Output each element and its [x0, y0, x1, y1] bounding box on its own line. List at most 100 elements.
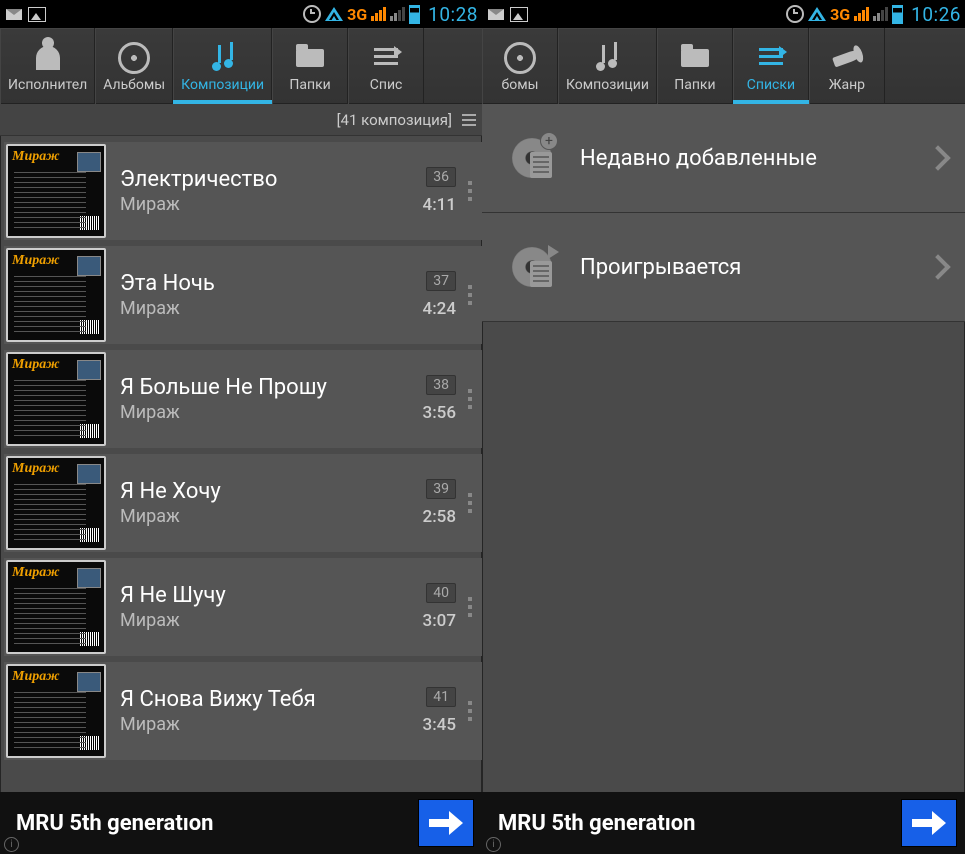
song-icon: [596, 45, 618, 71]
picture-icon: [28, 7, 46, 22]
chevron-right-icon: [925, 254, 950, 279]
album-art: [6, 560, 106, 654]
track-row[interactable]: ЭлектричествоМираж364:11: [4, 142, 482, 240]
info-icon[interactable]: i: [4, 837, 19, 852]
album-art: [6, 144, 106, 238]
track-artist: Мираж: [120, 194, 423, 215]
play-next-button[interactable]: [901, 799, 957, 847]
album-art: [6, 664, 106, 758]
track-title: Я Снова Вижу Тебя: [120, 687, 423, 712]
track-title: Я Не Хочу: [120, 479, 423, 504]
track-number: 37: [426, 271, 456, 291]
track-duration: 3:07: [423, 611, 456, 631]
signal-1-icon: [371, 7, 386, 21]
track-count-label: [41 композиция]: [337, 111, 452, 129]
tab-label: Жанр: [829, 77, 865, 93]
playlist-label: Проигрывается: [564, 255, 929, 280]
track-list[interactable]: ЭлектричествоМираж364:11Эта НочьМираж374…: [0, 136, 482, 792]
list-icon: [374, 48, 398, 68]
tab-label: Композиции: [181, 77, 264, 93]
album-art: [6, 248, 106, 342]
playlist-list: + Недавно добавленные Проигрывается: [482, 104, 965, 792]
sort-menu-icon[interactable]: [462, 114, 476, 126]
playlist-label: Недавно добавленные: [564, 146, 929, 171]
song-icon: [212, 45, 234, 71]
track-number: 40: [426, 583, 456, 603]
now-playing-title: MRU 5th generatıon: [498, 811, 696, 836]
now-playing-title: MRU 5th generatıon: [16, 811, 214, 836]
track-row[interactable]: Эта НочьМираж374:24: [4, 246, 482, 344]
tab-label: бомы: [502, 77, 539, 93]
alarm-icon: [303, 5, 321, 23]
track-duration: 4:24: [423, 299, 456, 319]
track-artist: Мираж: [120, 506, 423, 527]
tab-genre[interactable]: Жанр: [809, 28, 885, 104]
track-title: Электричество: [120, 167, 423, 192]
playlist-row[interactable]: + Недавно добавленные: [482, 104, 965, 213]
tab-label: Спис: [370, 77, 403, 93]
battery-icon: [409, 5, 420, 24]
disc-add-icon: +: [512, 138, 552, 178]
overflow-menu-icon[interactable]: [462, 389, 482, 409]
track-artist: Мираж: [120, 298, 423, 319]
overflow-menu-icon[interactable]: [462, 493, 482, 513]
track-artist: Мираж: [120, 610, 423, 631]
tab-label: Альбомы: [103, 77, 165, 93]
overflow-menu-icon[interactable]: [462, 285, 482, 305]
tab-label: Композиции: [566, 77, 649, 93]
genre-icon: [832, 49, 862, 68]
tab-song[interactable]: Композиции: [173, 28, 272, 104]
network-label: 3G: [347, 5, 367, 24]
picture-icon: [510, 7, 528, 22]
tab-artist[interactable]: Исполнител: [0, 28, 95, 104]
folder-icon: [681, 49, 709, 67]
track-row[interactable]: Я Не ШучуМираж40 3:07: [4, 558, 482, 656]
overflow-menu-icon[interactable]: [462, 181, 482, 201]
tab-folder[interactable]: Папки: [272, 28, 348, 104]
track-row[interactable]: Я Не ХочуМираж392:58: [4, 454, 482, 552]
track-title: Я Не Шучу: [120, 583, 423, 608]
tab-label: Исполнител: [8, 77, 87, 93]
wifi-icon: [808, 7, 826, 21]
tab-label: Списки: [747, 77, 795, 93]
tab-album[interactable]: Альбомы: [95, 28, 173, 104]
network-label: 3G: [830, 5, 850, 24]
album-icon: [118, 42, 150, 74]
track-duration: 3:56: [423, 403, 456, 423]
tab-song[interactable]: Композиции: [558, 28, 657, 104]
status-bar: 3G 10:26: [482, 0, 965, 28]
tab-album[interactable]: бомы: [482, 28, 558, 104]
list-icon: [759, 48, 783, 68]
screenshot-left: 3G 10:28 Исполнител Альбомы Композиции Папк…: [0, 0, 482, 854]
track-title: Я Больше Не Прошу: [120, 375, 423, 400]
track-artist: Мираж: [120, 402, 423, 423]
signal-2-icon: [873, 7, 888, 21]
play-next-button[interactable]: [418, 799, 474, 847]
signal-1-icon: [854, 7, 869, 21]
overflow-menu-icon[interactable]: [462, 701, 482, 721]
clock-text: 10:28: [428, 3, 478, 26]
status-bar: 3G 10:28: [0, 0, 482, 28]
tab-list[interactable]: Списки: [733, 28, 809, 104]
folder-icon: [296, 49, 324, 67]
track-row[interactable]: Я Снова Вижу ТебяМираж413:45: [4, 662, 482, 760]
tab-bar: бомы Композиции Папки Списки Жанр: [482, 28, 965, 104]
chevron-right-icon: [925, 145, 950, 170]
now-playing-bar[interactable]: MRU 5th generatıon i: [482, 792, 965, 854]
track-count-row: [41 композиция]: [0, 104, 482, 136]
now-playing-bar[interactable]: MRU 5th generatıon i: [0, 792, 482, 854]
track-duration: 4:11: [423, 195, 456, 215]
track-number: 38: [426, 375, 456, 395]
playlist-row[interactable]: Проигрывается: [482, 213, 965, 322]
info-icon[interactable]: i: [486, 837, 501, 852]
track-number: 39: [426, 479, 456, 499]
tab-folder[interactable]: Папки: [657, 28, 733, 104]
track-row[interactable]: Я Больше Не ПрошуМираж38 3:56: [4, 350, 482, 448]
track-artist: Мираж: [120, 714, 423, 735]
screenshot-right: 3G 10:26 бомы Композиции Папки Списки Жанр +…: [482, 0, 965, 854]
overflow-menu-icon[interactable]: [462, 597, 482, 617]
artist-icon: [36, 46, 60, 70]
tab-list[interactable]: Спис: [348, 28, 424, 104]
clock-text: 10:26: [911, 3, 961, 26]
track-number: 41: [426, 687, 456, 707]
